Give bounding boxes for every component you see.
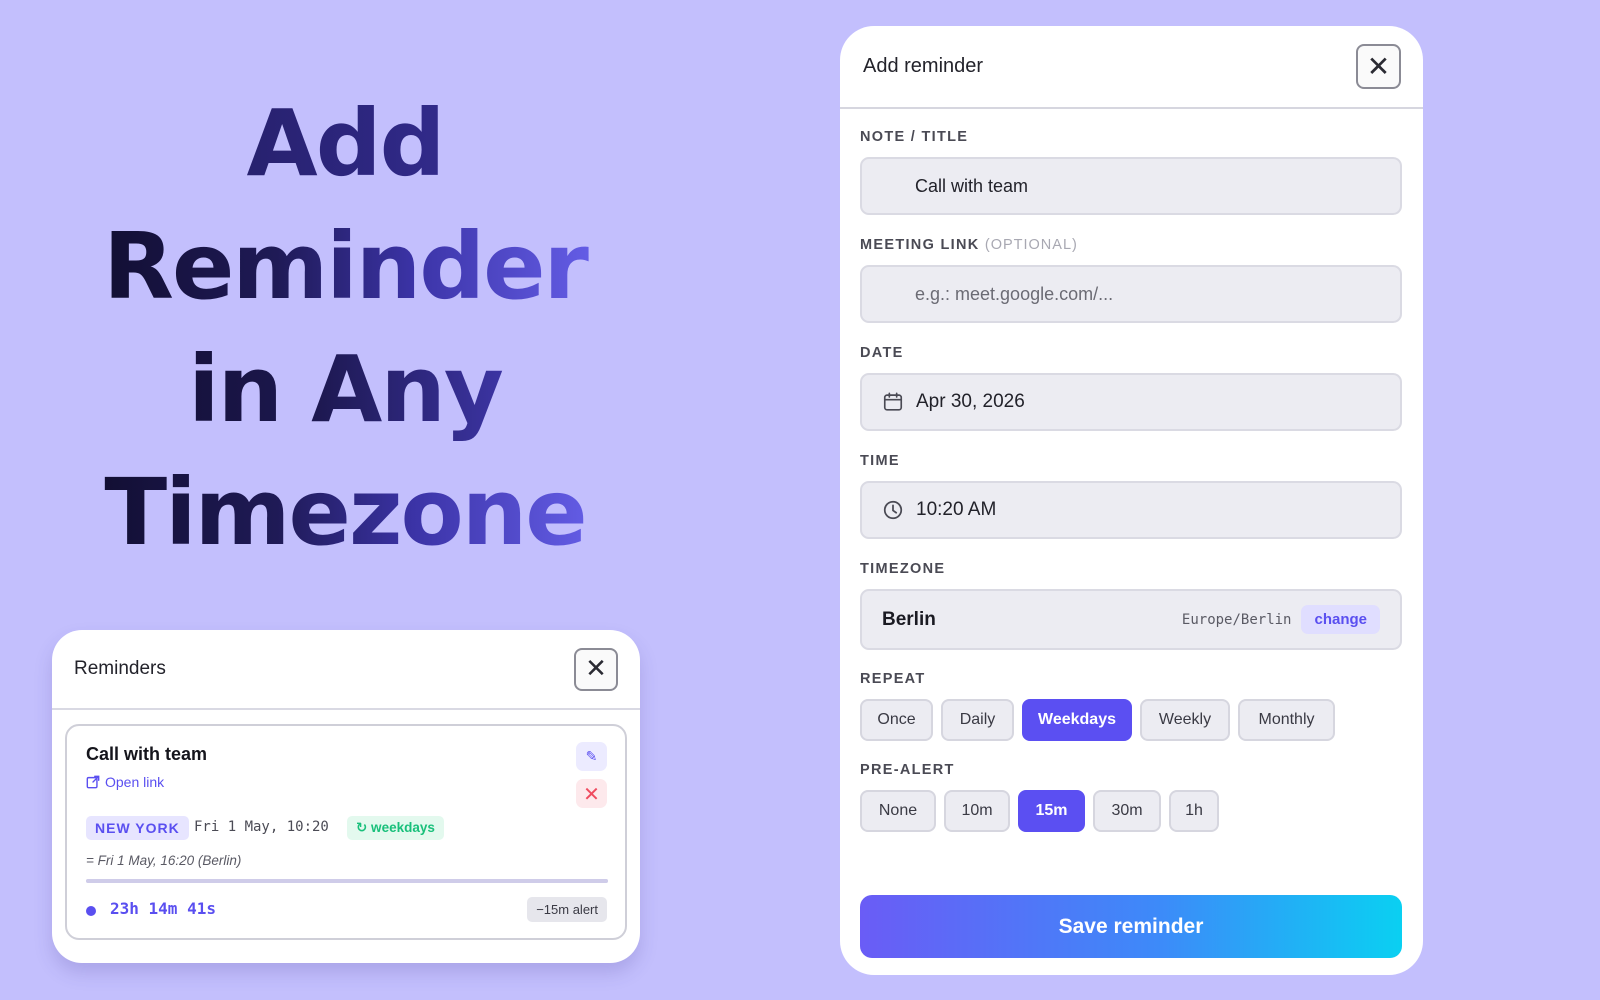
prealert-option-30m[interactable]: 30m xyxy=(1093,790,1161,832)
meeting-link-placeholder: e.g.: meet.google.com/... xyxy=(915,283,1114,304)
progress-bar xyxy=(86,879,608,883)
hero-line-3: in Any xyxy=(60,328,630,451)
original-time: Fri 1 May, 10:20 xyxy=(194,819,329,835)
prealert-options: None 10m 15m 30m 1h xyxy=(860,790,1219,832)
hero-line-1: Add xyxy=(60,82,630,205)
prealert-label: PRE-ALERT xyxy=(860,762,955,778)
reminder-card: Call with team Open link ✎ ✕ NEW YORK Fr… xyxy=(65,724,627,940)
repeat-option-weekly[interactable]: Weekly xyxy=(1140,699,1230,741)
meeting-link-input[interactable]: e.g.: meet.google.com/... xyxy=(860,265,1402,323)
close-reminders-button[interactable]: ✕ xyxy=(574,647,618,691)
save-reminder-button[interactable]: Save reminder xyxy=(860,895,1402,958)
progress-fill xyxy=(86,879,608,883)
reminders-title: Reminders xyxy=(74,658,166,679)
meeting-link-label: MEETING LINK (OPTIONAL) xyxy=(860,237,1078,253)
reminder-name: Call with team xyxy=(86,744,208,764)
reminders-panel: Reminders ✕ Call with team Open link ✎ ✕… xyxy=(52,630,640,963)
repeat-options: Once Daily Weekdays Weekly Monthly xyxy=(860,699,1335,741)
prealert-option-1h[interactable]: 1h xyxy=(1169,790,1219,832)
change-timezone-button[interactable]: change xyxy=(1301,605,1380,634)
meeting-link-label-text: MEETING LINK xyxy=(860,237,980,253)
time-value: 10:20 AM xyxy=(916,499,997,520)
x-icon: ✕ xyxy=(583,781,600,806)
time-label: TIME xyxy=(860,453,900,469)
alert-badge: −15m alert xyxy=(527,897,607,922)
repeat-badge: ↻ weekdays xyxy=(347,816,444,840)
pencil-icon: ✎ xyxy=(585,748,598,764)
calendar-icon xyxy=(883,392,903,411)
converted-time: = Fri 1 May, 16:20 (Berlin) xyxy=(86,853,242,868)
timezone-city: Berlin xyxy=(882,608,936,630)
delete-reminder-button[interactable]: ✕ xyxy=(576,779,607,808)
prealert-option-15m[interactable]: 15m xyxy=(1018,790,1085,832)
reminders-header: Reminders ✕ xyxy=(52,630,640,710)
date-input[interactable]: Apr 30, 2026 xyxy=(860,373,1402,431)
city-badge: NEW YORK xyxy=(86,816,189,840)
repeat-label: REPEAT xyxy=(860,671,926,687)
date-value: Apr 30, 2026 xyxy=(916,391,1025,412)
repeat-option-monthly[interactable]: Monthly xyxy=(1238,699,1335,741)
repeat-option-daily[interactable]: Daily xyxy=(941,699,1014,741)
note-label: NOTE / TITLE xyxy=(860,129,969,145)
form-title: Add reminder xyxy=(863,55,984,77)
countdown-dot xyxy=(86,906,96,916)
note-input[interactable]: Call with team xyxy=(860,157,1402,215)
open-link-label: Open link xyxy=(105,774,165,790)
hero-line-4: Timezone xyxy=(60,451,630,574)
hero-headline: Add Reminder in Any Timezone xyxy=(60,82,630,574)
close-icon: ✕ xyxy=(585,654,607,684)
date-label: DATE xyxy=(860,345,904,361)
open-link[interactable]: Open link xyxy=(86,774,164,790)
close-icon: ✕ xyxy=(1366,49,1391,83)
repeat-option-once[interactable]: Once xyxy=(860,699,933,741)
timezone-field: Berlin Europe/Berlin change xyxy=(860,589,1402,650)
close-form-button[interactable]: ✕ xyxy=(1356,44,1401,89)
form-header: Add reminder ✕ xyxy=(840,26,1423,109)
repeat-option-weekdays[interactable]: Weekdays xyxy=(1022,699,1132,741)
time-input[interactable]: 10:20 AM xyxy=(860,481,1402,539)
clock-icon xyxy=(883,500,903,520)
countdown: 23h 14m 41s xyxy=(110,899,216,918)
edit-reminder-button[interactable]: ✎ xyxy=(576,742,607,771)
optional-tag: (OPTIONAL) xyxy=(984,237,1078,253)
prealert-option-10m[interactable]: 10m xyxy=(944,790,1010,832)
timezone-info: Europe/Berlin change xyxy=(1182,605,1380,634)
prealert-option-none[interactable]: None xyxy=(860,790,936,832)
timezone-id: Europe/Berlin xyxy=(1181,611,1292,628)
note-value: Call with team xyxy=(915,175,1029,196)
external-link-icon xyxy=(86,775,100,789)
timezone-label: TIMEZONE xyxy=(860,561,946,577)
add-reminder-panel: Add reminder ✕ NOTE / TITLE Call with te… xyxy=(840,26,1423,975)
hero-line-2: Reminder xyxy=(60,205,630,328)
